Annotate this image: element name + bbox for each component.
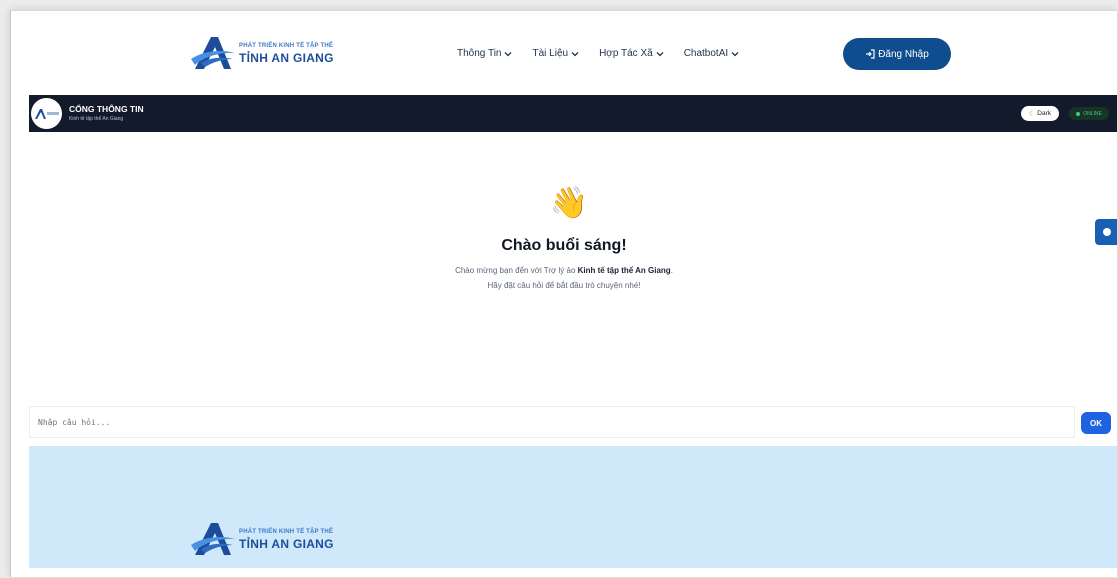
footer-brand-big-text: TỈNH AN GIANG <box>239 536 334 551</box>
menu-item-hop-tac-xa[interactable]: Hợp Tác Xã <box>599 48 664 59</box>
moon-icon: ☾ <box>1028 110 1036 118</box>
footer: PHÁT TRIỂN KINH TẾ TẬP THỂ TỈNH AN GIANG <box>29 446 1117 568</box>
an-giang-logo-icon <box>191 523 235 555</box>
waving-hand-icon: 👋 <box>549 185 589 220</box>
portal-title: CỔNG THÔNG TIN <box>69 104 144 114</box>
login-icon <box>866 49 875 59</box>
chevron-down-icon <box>731 51 739 56</box>
welcome-bold: Kinh tế tập thể An Giang <box>577 266 671 275</box>
menu-item-thong-tin[interactable]: Thông Tin <box>457 48 512 59</box>
status-dot-icon <box>1076 111 1081 116</box>
login-button[interactable]: Đăng Nhập <box>843 38 951 70</box>
menu-item-label: Tài Liệu <box>532 48 569 59</box>
online-status-badge: ONLINE <box>1069 107 1109 120</box>
dark-mode-toggle[interactable]: ☾ Dark <box>1021 106 1059 121</box>
menu-item-label: Thông Tin <box>457 48 502 59</box>
menu-item-label: ChatbotAI <box>683 48 729 59</box>
footer-brand-logo[interactable]: PHÁT TRIỂN KINH TẾ TẬP THỂ TỈNH AN GIANG <box>191 519 334 559</box>
portal-subtitle: Kinh tế tập thể An Giang <box>69 116 124 122</box>
footer-brand-small-text: PHÁT TRIỂN KINH TẾ TẬP THỂ <box>239 528 334 535</box>
chat-input[interactable] <box>30 407 1074 437</box>
side-widget-icon <box>1103 228 1111 236</box>
chevron-down-icon <box>505 51 512 56</box>
menu-item-chatbot-ai[interactable]: ChatbotAI <box>684 48 739 59</box>
chevron-down-icon <box>656 51 664 56</box>
brand-big-text: TỈNH AN GIANG <box>239 50 334 65</box>
main-menu: Thông Tin Tài Liệu Hợp Tác Xã ChatbotAI <box>457 48 759 59</box>
login-label: Đăng Nhập <box>878 48 929 60</box>
chevron-down-icon <box>571 51 579 56</box>
an-giang-logo-icon <box>191 37 235 69</box>
welcome-hint: Hãy đặt câu hỏi để bắt đầu trò chuyện nh… <box>487 281 641 290</box>
brand-logo[interactable]: PHÁT TRIỂN KINH TẾ TẬP THỂ TỈNH AN GIANG <box>191 33 334 73</box>
browser-page: PHÁT TRIỂN KINH TẾ TẬP THỂ TỈNH AN GIANG… <box>10 10 1117 577</box>
portal-header-bar: CỔNG THÔNG TIN Kinh tế tập thể An Giang … <box>29 95 1117 132</box>
welcome-message: Chào mừng bạn đến với Trợ lý ảo Kinh tế … <box>11 266 1117 275</box>
side-widget-button[interactable] <box>1095 219 1117 245</box>
brand-small-text: PHÁT TRIỂN KINH TẾ TẬP THỂ <box>239 42 334 49</box>
welcome-suffix: . <box>670 266 673 275</box>
an-giang-logo-icon <box>34 108 59 119</box>
online-status-label: ONLINE <box>1083 110 1102 117</box>
dark-mode-label: Dark <box>1037 110 1051 117</box>
top-navigation: PHÁT TRIỂN KINH TẾ TẬP THỂ TỈNH AN GIANG… <box>11 11 1117 95</box>
menu-item-tai-lieu[interactable]: Tài Liệu <box>532 48 579 59</box>
welcome-prefix: Chào mừng bạn đến với Trợ lý ảo <box>455 266 578 275</box>
portal-avatar <box>31 98 62 129</box>
chat-input-container <box>29 406 1075 438</box>
send-button[interactable]: OK <box>1081 412 1111 434</box>
greeting-title: Chào buổi sáng! <box>501 237 627 254</box>
menu-item-label: Hợp Tác Xã <box>599 48 653 59</box>
